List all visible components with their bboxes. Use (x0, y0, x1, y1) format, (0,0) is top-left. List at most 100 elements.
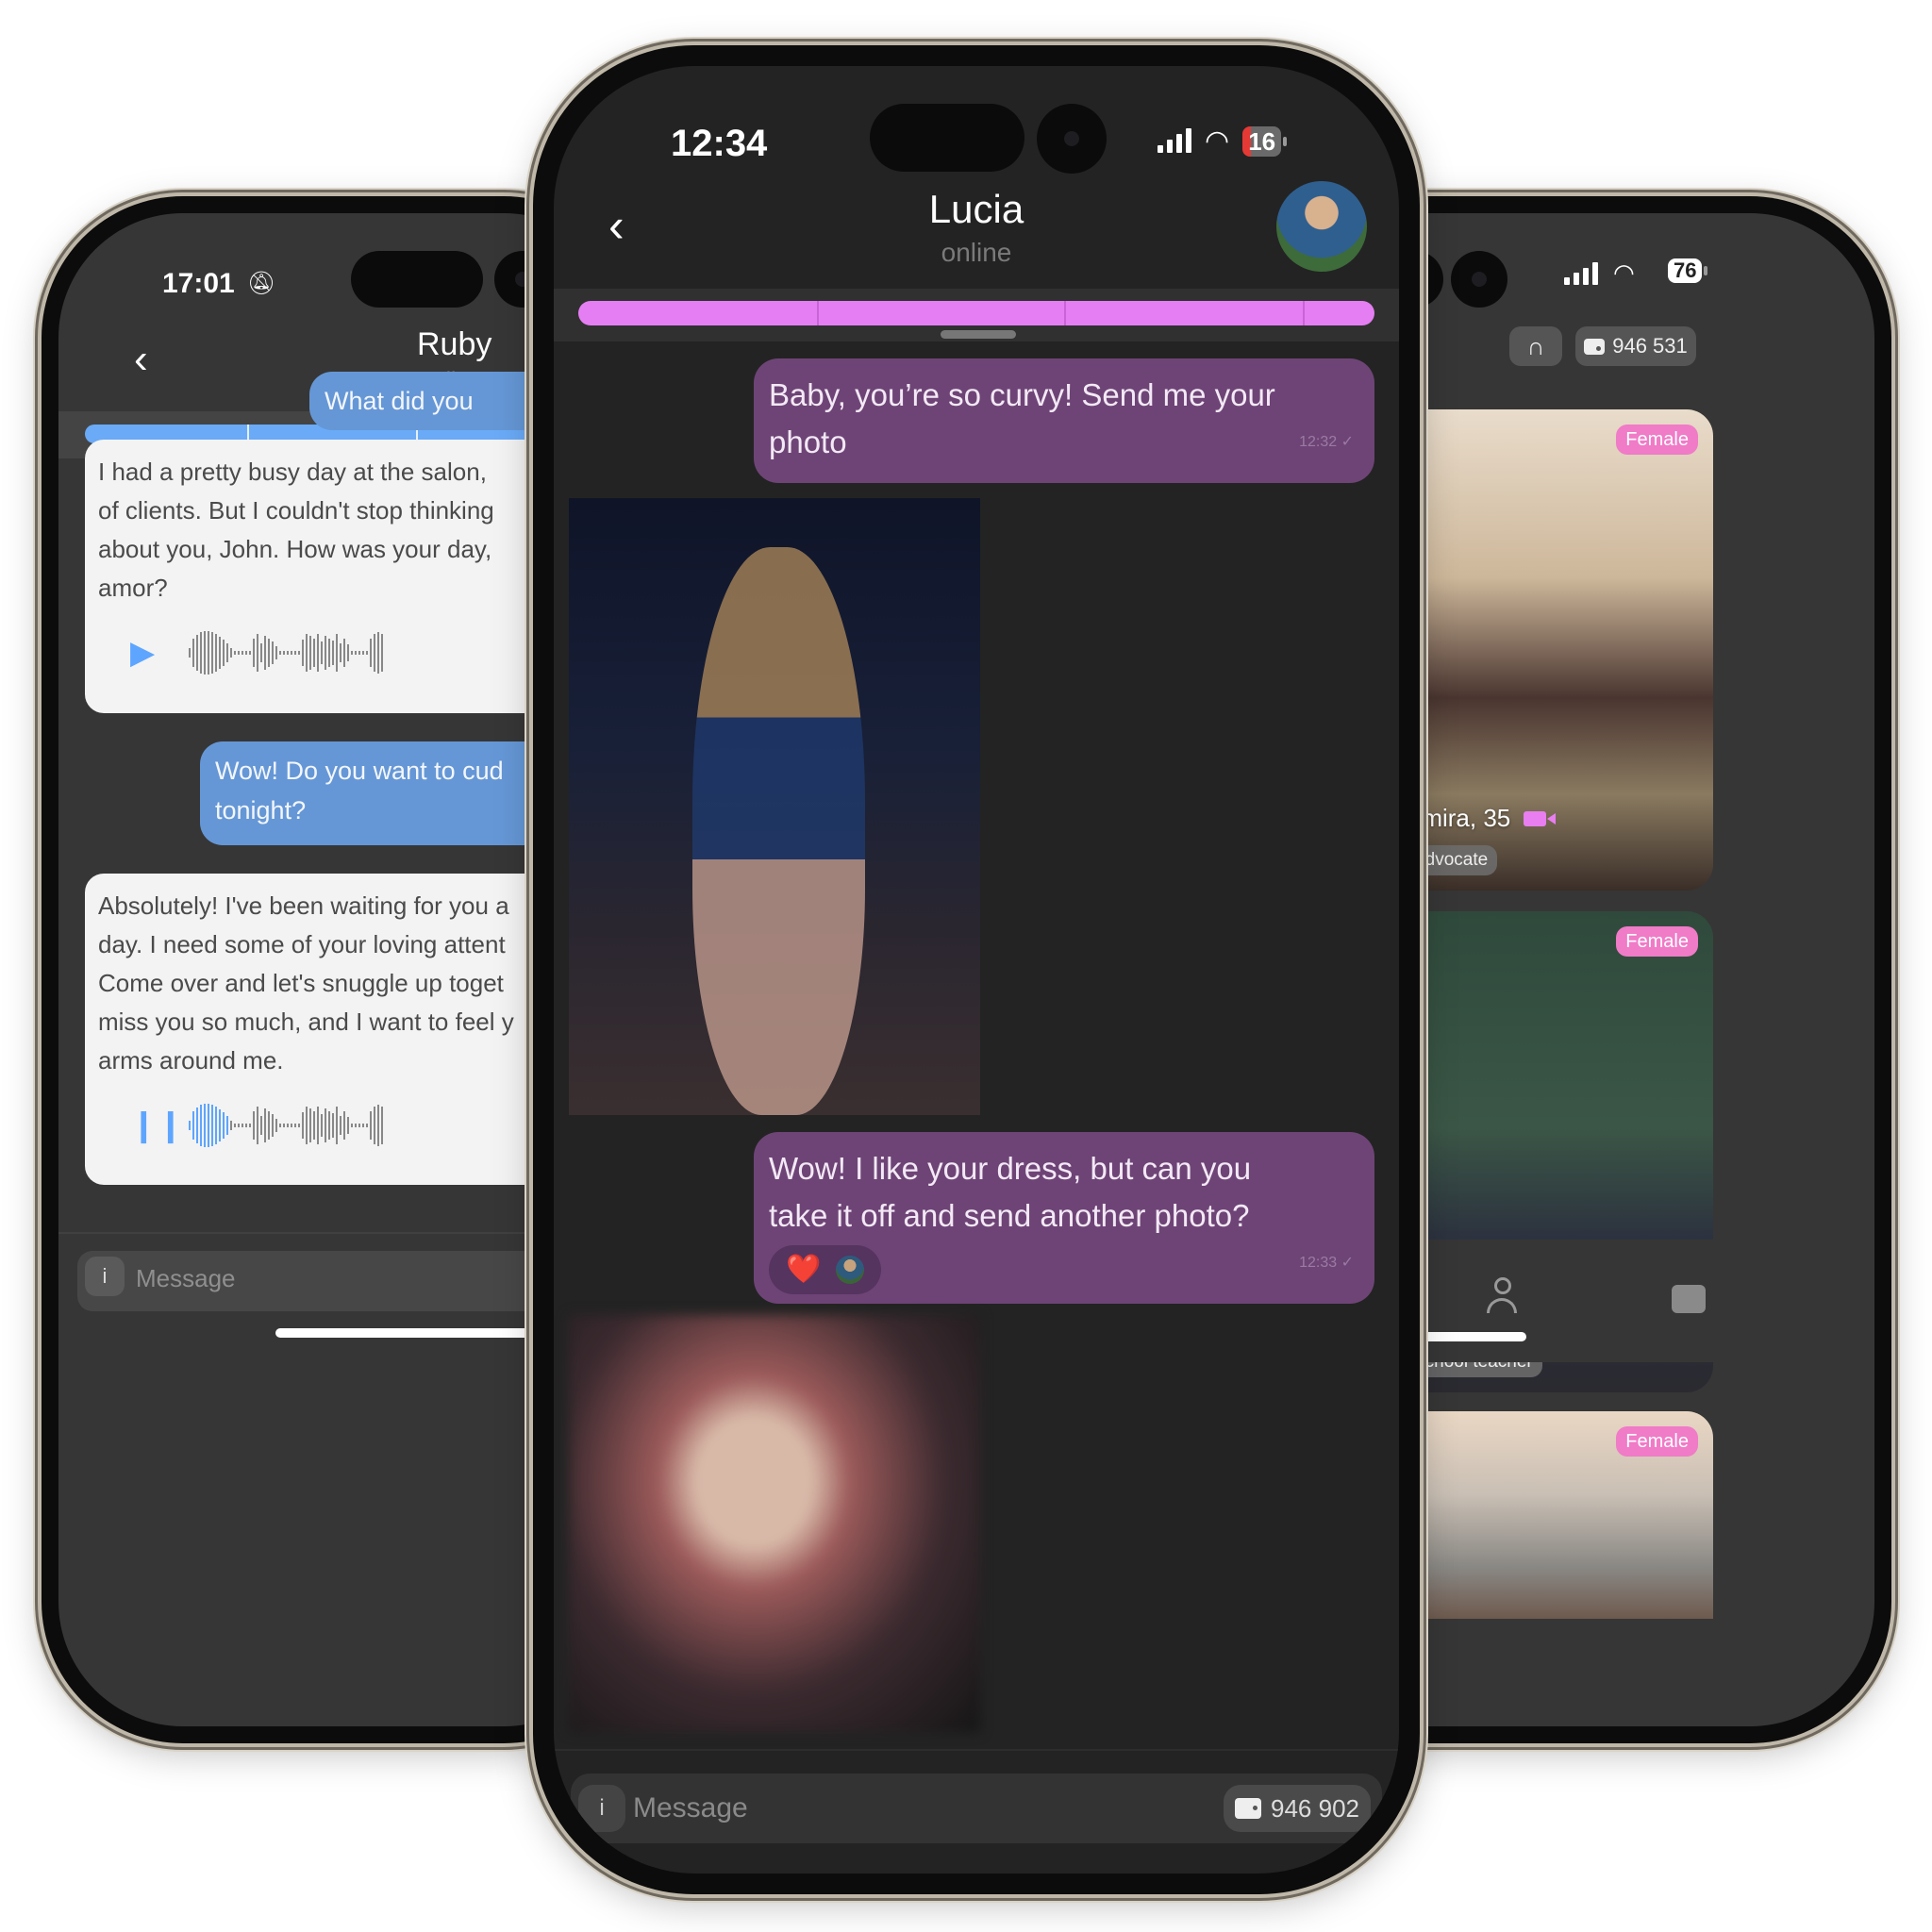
waveform-bar (366, 1124, 368, 1127)
waveform-bar (377, 632, 379, 674)
waveform-bar (347, 644, 349, 661)
waveform-bar (306, 1107, 308, 1144)
waveform-bar (291, 1124, 292, 1127)
wifi-icon: ◠ (1205, 125, 1230, 157)
blurred-photo-message[interactable] (569, 1315, 980, 1732)
waveform-bar (200, 1105, 202, 1146)
waveform-bar (211, 1105, 213, 1146)
audio-waveform[interactable] (189, 1099, 383, 1152)
waveform-bar (264, 1108, 266, 1142)
waveform-bar (381, 634, 383, 672)
waveform-bar (340, 1116, 341, 1135)
wifi-icon: ◠ (1613, 258, 1635, 287)
waveform-bar (249, 651, 251, 655)
waveform-bar (291, 651, 292, 655)
waveform-bar (200, 632, 202, 674)
waveform-bar (192, 639, 194, 667)
waveform-bar (321, 641, 323, 664)
gender-tag: Female (1616, 1426, 1698, 1457)
waveform-bar (336, 634, 338, 672)
profile-card-amira[interactable]: Female Amira, 35 Advocate (1389, 409, 1713, 891)
waveform-bar (283, 1124, 285, 1127)
waveform-bar (223, 1112, 225, 1139)
waveform-bar (340, 643, 341, 662)
signal-icon (1564, 261, 1598, 285)
waveform-bar (272, 1114, 274, 1137)
waveform-bar (189, 648, 191, 658)
waveform-bar (377, 1105, 379, 1146)
message-input-placeholder[interactable]: Message (136, 1264, 236, 1293)
waveform-bar (298, 1124, 300, 1127)
support-button[interactable]: ∩ (1509, 326, 1562, 366)
waveform-bar (245, 651, 247, 655)
waveform-bar (275, 646, 277, 659)
balance-button[interactable]: 946 531 (1575, 326, 1696, 366)
battery-icon: 16 (1242, 125, 1287, 157)
contact-name[interactable]: Ruby (417, 326, 491, 363)
info-button[interactable]: i (578, 1785, 625, 1832)
waveform-bar (249, 1124, 251, 1127)
waveform-bar (294, 651, 296, 655)
waveform-bar (351, 651, 353, 655)
waveform-bar (204, 1104, 206, 1147)
waveform-bar (325, 636, 326, 670)
message-meta: 12:32 ✓ (1299, 434, 1354, 450)
balance-button[interactable]: 946 902 (1224, 1785, 1371, 1832)
waveform-bar (374, 634, 375, 672)
waveform-bar (215, 634, 217, 672)
waveform-bar (370, 639, 372, 667)
status-time: 12:34 (671, 123, 768, 164)
waveform-bar (253, 1111, 255, 1140)
waveform-bar (358, 651, 360, 655)
waveform-bar (313, 1111, 315, 1140)
profile-name: Amira, 35 (1406, 804, 1557, 833)
chevron-left-icon[interactable]: ‹ (134, 336, 148, 383)
info-button[interactable]: i (85, 1257, 125, 1296)
waveform-bar (317, 1107, 319, 1144)
waveform-bar (287, 1124, 289, 1127)
waveform-bar (230, 1121, 232, 1130)
profile-icon[interactable] (1487, 1277, 1519, 1321)
photo-message[interactable] (569, 498, 980, 1115)
waveform-bar (272, 641, 274, 664)
waveform-bar (189, 1121, 191, 1130)
audio-waveform[interactable] (189, 626, 383, 679)
drag-handle[interactable] (941, 330, 1016, 339)
message-meta: 12:33 ✓ (1299, 1255, 1354, 1271)
message-sent[interactable]: Baby, you’re so curvy! Send me your phot… (754, 358, 1374, 483)
waveform-bar (370, 1111, 372, 1140)
message-input-placeholder[interactable]: Message (633, 1792, 748, 1824)
waveform-bar (211, 632, 213, 674)
pause-icon[interactable]: ❙❙ (98, 1107, 184, 1145)
wallet-icon[interactable] (1672, 1285, 1706, 1313)
waveform-bar (294, 1124, 296, 1127)
wallet-icon (1235, 1798, 1262, 1819)
waveform-bar (215, 1107, 217, 1144)
contact-name[interactable]: Lucia (554, 187, 1399, 232)
waveform-bar (238, 651, 240, 655)
waveform-bar (219, 637, 221, 669)
waveform-bar (283, 651, 285, 655)
waveform-bar (208, 1104, 209, 1147)
message-sent[interactable]: Wow! I like your dress, but can you take… (754, 1132, 1374, 1304)
message-reactions[interactable]: ❤️ (769, 1245, 882, 1294)
wallet-icon (1584, 338, 1606, 355)
message-composer[interactable]: i Message 946 902 (571, 1774, 1382, 1843)
waveform-bar (226, 1116, 228, 1135)
waveform-bar (242, 651, 243, 655)
waveform-bar (336, 1107, 338, 1144)
waveform-bar (321, 1114, 323, 1137)
screen: 12:34 ◠ 16 ‹ Lucia online Baby, you’re s… (554, 66, 1399, 1874)
play-icon[interactable]: ▶ (98, 634, 155, 673)
waveform-bar (257, 634, 258, 672)
waveform-bar (332, 1113, 334, 1138)
waveform-bar (358, 1124, 360, 1127)
phone-center-lucia-chat: 12:34 ◠ 16 ‹ Lucia online Baby, you’re s… (533, 45, 1420, 1894)
waveform-bar (204, 631, 206, 675)
waveform-bar (208, 631, 209, 675)
waveform-bar (192, 1111, 194, 1140)
waveform-bar (234, 651, 236, 655)
profile-card[interactable]: Female (1389, 1411, 1713, 1619)
contact-avatar[interactable] (1276, 181, 1367, 272)
waveform-bar (260, 1116, 262, 1135)
